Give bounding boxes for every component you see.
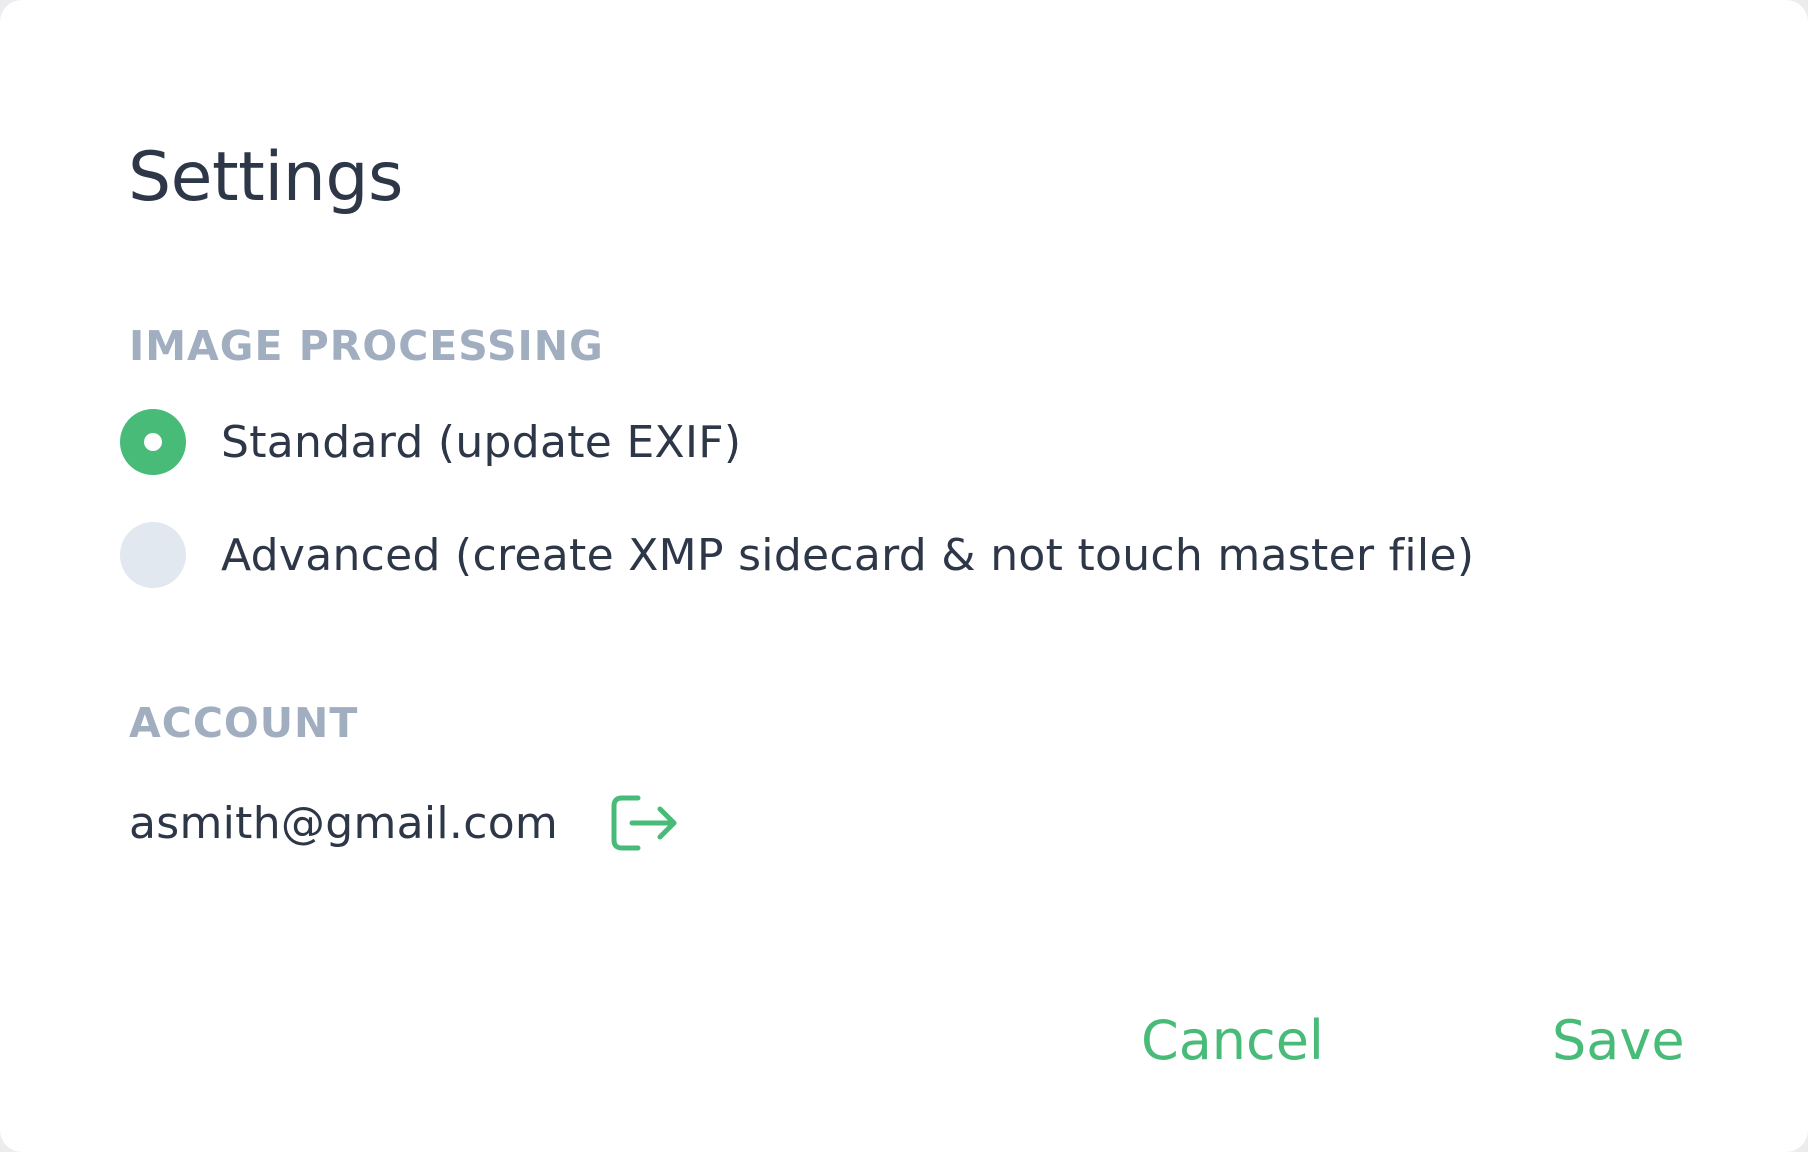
account-email: asmith@gmail.com bbox=[129, 797, 559, 849]
radio-label-advanced: Advanced (create XMP sidecard & not touc… bbox=[221, 529, 1475, 581]
radio-button-unchecked[interactable] bbox=[120, 522, 186, 588]
settings-dialog: Settings IMAGE PROCESSING Standard (upda… bbox=[0, 0, 1808, 1152]
radio-option-standard[interactable]: Standard (update EXIF) bbox=[120, 409, 741, 475]
save-button[interactable]: Save bbox=[1552, 1005, 1685, 1077]
logout-icon-graphic bbox=[611, 795, 677, 851]
account-row: asmith@gmail.com bbox=[129, 790, 680, 856]
logout-icon[interactable] bbox=[608, 792, 680, 854]
radio-label-standard: Standard (update EXIF) bbox=[221, 416, 742, 468]
account-heading: ACCOUNT bbox=[129, 699, 359, 747]
dialog-title: Settings bbox=[128, 138, 403, 217]
radio-button-checked[interactable] bbox=[120, 409, 186, 475]
radio-option-advanced[interactable]: Advanced (create XMP sidecard & not touc… bbox=[120, 522, 1474, 588]
cancel-button[interactable]: Cancel bbox=[1141, 1005, 1324, 1077]
image-processing-heading: IMAGE PROCESSING bbox=[129, 322, 604, 370]
